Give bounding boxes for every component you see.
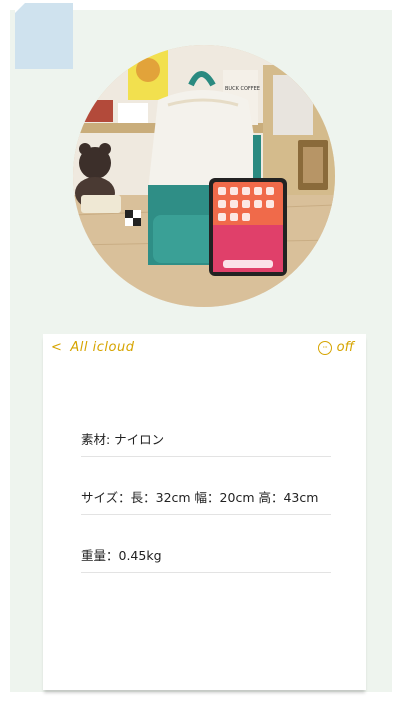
- corner-fold: [15, 3, 25, 13]
- spec-size: サイズ：長：32cm 幅：20cm 高：43cm: [81, 487, 331, 515]
- toggle-state-label: off: [336, 340, 354, 355]
- spec-material: 素材: ナイロン: [81, 429, 331, 457]
- more-toggle[interactable]: ··· off: [317, 340, 354, 355]
- spec-weight: 重量：0.45kg: [81, 545, 331, 573]
- backpack-photo-illustration: BUCK COFFEE: [73, 45, 335, 307]
- info-card: < All icloud ··· off 素材: ナイロン サイズ：長：32cm…: [43, 334, 366, 690]
- tote-text: BUCK COFFEE: [225, 86, 260, 92]
- more-dots-icon: ···: [317, 340, 332, 355]
- back-link-label: All icloud: [70, 340, 135, 355]
- chevron-left-icon: <: [51, 340, 63, 355]
- back-link[interactable]: < All icloud: [51, 340, 134, 355]
- card-header: < All icloud ··· off: [43, 334, 366, 362]
- product-photo: BUCK COFFEE: [73, 45, 335, 307]
